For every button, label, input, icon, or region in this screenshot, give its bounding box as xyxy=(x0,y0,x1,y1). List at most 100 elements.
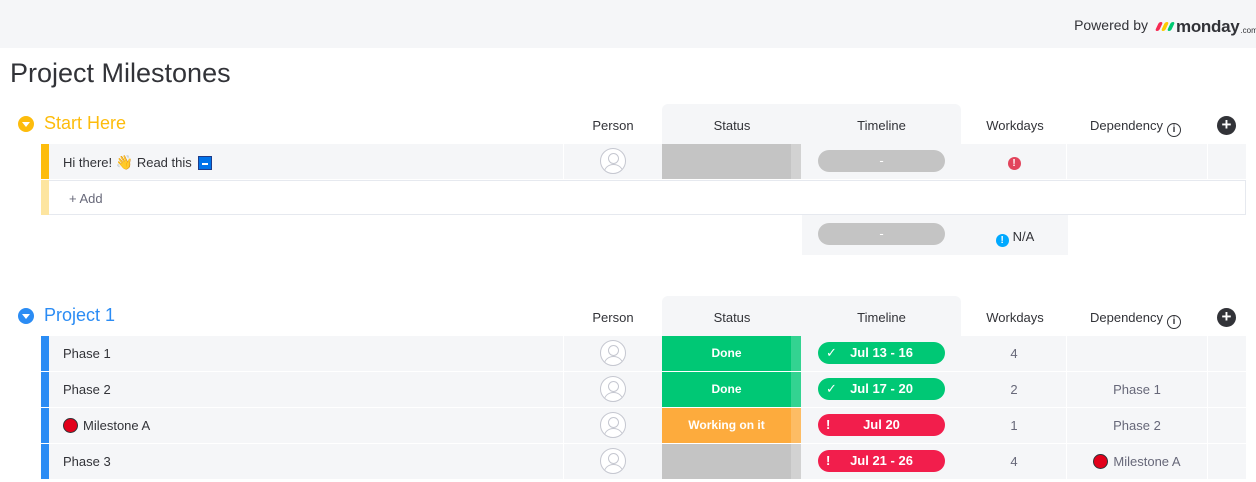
item-name[interactable]: Hi there! 👋 Read this xyxy=(63,154,213,171)
column-header-dependency[interactable]: Dependency i xyxy=(1090,310,1181,329)
cell-divider xyxy=(563,444,564,479)
column-header-person[interactable]: Person xyxy=(564,310,662,325)
collapse-group-icon[interactable] xyxy=(18,116,34,132)
status-cell[interactable]: Done xyxy=(662,336,791,371)
row-color-bar xyxy=(41,408,49,443)
timeline-pill[interactable]: ! Jul 21 - 26 xyxy=(818,450,945,472)
cell-divider xyxy=(1207,372,1208,407)
column-header-workdays[interactable]: Workdays xyxy=(962,118,1068,133)
timeline-text: Jul 13 - 16 xyxy=(850,345,913,360)
column-header-dependency[interactable]: Dependency i xyxy=(1090,118,1181,137)
row-color-bar xyxy=(41,144,49,179)
info-icon[interactable]: i xyxy=(1167,315,1181,329)
summary-workdays-text: N/A xyxy=(1012,229,1035,244)
dependency-cell[interactable]: Phase 1 xyxy=(1067,382,1207,397)
waving-hand-icon: 👋 xyxy=(115,154,134,170)
status-edge xyxy=(791,408,801,443)
cell-divider xyxy=(563,408,564,443)
check-icon: ✓ xyxy=(826,345,837,360)
dependency-cell[interactable]: Phase 2 xyxy=(1067,418,1207,433)
monday-logo[interactable]: monday .com xyxy=(1154,13,1256,37)
item-name[interactable]: Phase 1 xyxy=(63,346,111,361)
timeline-text: - xyxy=(879,153,884,168)
alert-icon: ! xyxy=(826,417,831,432)
cell-divider xyxy=(1066,336,1067,371)
person-avatar-icon[interactable] xyxy=(600,448,626,474)
group-title[interactable]: Project 1 xyxy=(44,305,115,326)
info-icon[interactable]: i xyxy=(1167,123,1181,137)
group-header: Project 1 Person Status Timeline Workday… xyxy=(0,296,1256,336)
row-color-bar xyxy=(41,444,49,479)
monday-logo-icon xyxy=(1154,22,1176,31)
collapse-group-icon[interactable] xyxy=(18,308,34,324)
column-header-person[interactable]: Person xyxy=(564,118,662,133)
dependency-label: Dependency xyxy=(1090,310,1163,325)
add-item-label[interactable]: + Add xyxy=(69,191,103,206)
add-item-row[interactable]: + Add xyxy=(41,180,1246,215)
timeline-text: Jul 17 - 20 xyxy=(850,381,913,396)
cell-divider xyxy=(1207,408,1208,443)
person-avatar-icon[interactable] xyxy=(600,340,626,366)
summary-timeline-pill: - xyxy=(818,223,945,245)
workdays-cell: ! xyxy=(962,154,1066,170)
table-row[interactable]: Hi there! 👋 Read this - ! xyxy=(41,144,1246,179)
column-header-timeline[interactable]: Timeline xyxy=(802,310,961,325)
status-edge xyxy=(791,336,801,371)
check-icon: ✓ xyxy=(826,381,837,396)
column-header-workdays[interactable]: Workdays xyxy=(962,310,1068,325)
timeline-text: Jul 20 xyxy=(863,417,900,432)
timeline-pill[interactable]: - xyxy=(818,150,945,172)
powered-by-label: Powered by xyxy=(1074,17,1148,33)
item-name-text: Hi there! xyxy=(63,155,113,170)
add-column-button[interactable]: + xyxy=(1217,116,1236,135)
status-cell[interactable] xyxy=(662,144,791,179)
cell-divider xyxy=(1066,144,1067,179)
item-name-suffix: Read this xyxy=(136,155,192,170)
page-title: Project Milestones xyxy=(10,58,231,88)
brand-suffix: .com xyxy=(1240,26,1256,35)
dependency-cell[interactable]: Milestone A xyxy=(1067,454,1207,469)
add-column-button[interactable]: + xyxy=(1217,308,1236,327)
workdays-cell: 4 xyxy=(1010,454,1018,469)
info-flag-icon: ! xyxy=(995,234,1009,247)
cell-divider xyxy=(563,144,564,179)
item-name[interactable]: Milestone A xyxy=(63,418,150,433)
timeline-text: Jul 21 - 26 xyxy=(850,453,913,468)
minus-box-icon xyxy=(198,156,213,170)
cell-divider xyxy=(563,336,564,371)
workdays-cell: 1 xyxy=(1010,418,1018,433)
cell-divider xyxy=(563,372,564,407)
group-title[interactable]: Start Here xyxy=(44,113,126,134)
row-color-bar xyxy=(41,372,49,407)
group-header: Start Here Person Status Timeline Workda… xyxy=(0,104,1256,144)
status-cell[interactable]: Working on it xyxy=(662,408,791,443)
table-row[interactable]: Phase 2 Done ✓ Jul 17 - 20 2 Phase 1 xyxy=(41,372,1246,407)
item-name[interactable]: Phase 3 xyxy=(63,454,111,469)
red-circle-icon xyxy=(63,418,78,433)
column-header-timeline[interactable]: Timeline xyxy=(802,118,961,133)
row-color-bar xyxy=(41,180,49,215)
table-row[interactable]: Milestone A Working on it ! Jul 20 1 Phas… xyxy=(41,408,1246,443)
person-avatar-icon[interactable] xyxy=(600,412,626,438)
person-avatar-icon[interactable] xyxy=(600,148,626,174)
item-name-text: Milestone A xyxy=(83,418,151,433)
timeline-pill[interactable]: ✓ Jul 13 - 16 xyxy=(818,342,945,364)
timeline-pill[interactable]: ! Jul 20 xyxy=(818,414,945,436)
status-cell[interactable] xyxy=(662,444,791,479)
column-header-status[interactable]: Status xyxy=(662,118,802,133)
brand-name: monday xyxy=(1176,17,1240,36)
column-header-status[interactable]: Status xyxy=(662,310,802,325)
person-avatar-icon[interactable] xyxy=(600,376,626,402)
table-row[interactable]: Phase 1 Done ✓ Jul 13 - 16 4 xyxy=(41,336,1246,371)
status-edge xyxy=(791,144,801,179)
timeline-pill[interactable]: ✓ Jul 17 - 20 xyxy=(818,378,945,400)
table-row[interactable]: Phase 3 ! Jul 21 - 26 4 Milestone A xyxy=(41,444,1246,479)
red-circle-icon xyxy=(1093,454,1109,469)
top-bar: Powered by monday .com xyxy=(0,0,1256,48)
workdays-cell: 2 xyxy=(1010,382,1018,397)
dependency-text: Milestone A xyxy=(1113,454,1181,469)
status-cell[interactable]: Done xyxy=(662,372,791,407)
item-name[interactable]: Phase 2 xyxy=(63,382,111,397)
row-color-bar xyxy=(41,336,49,371)
dependency-label: Dependency xyxy=(1090,118,1163,133)
